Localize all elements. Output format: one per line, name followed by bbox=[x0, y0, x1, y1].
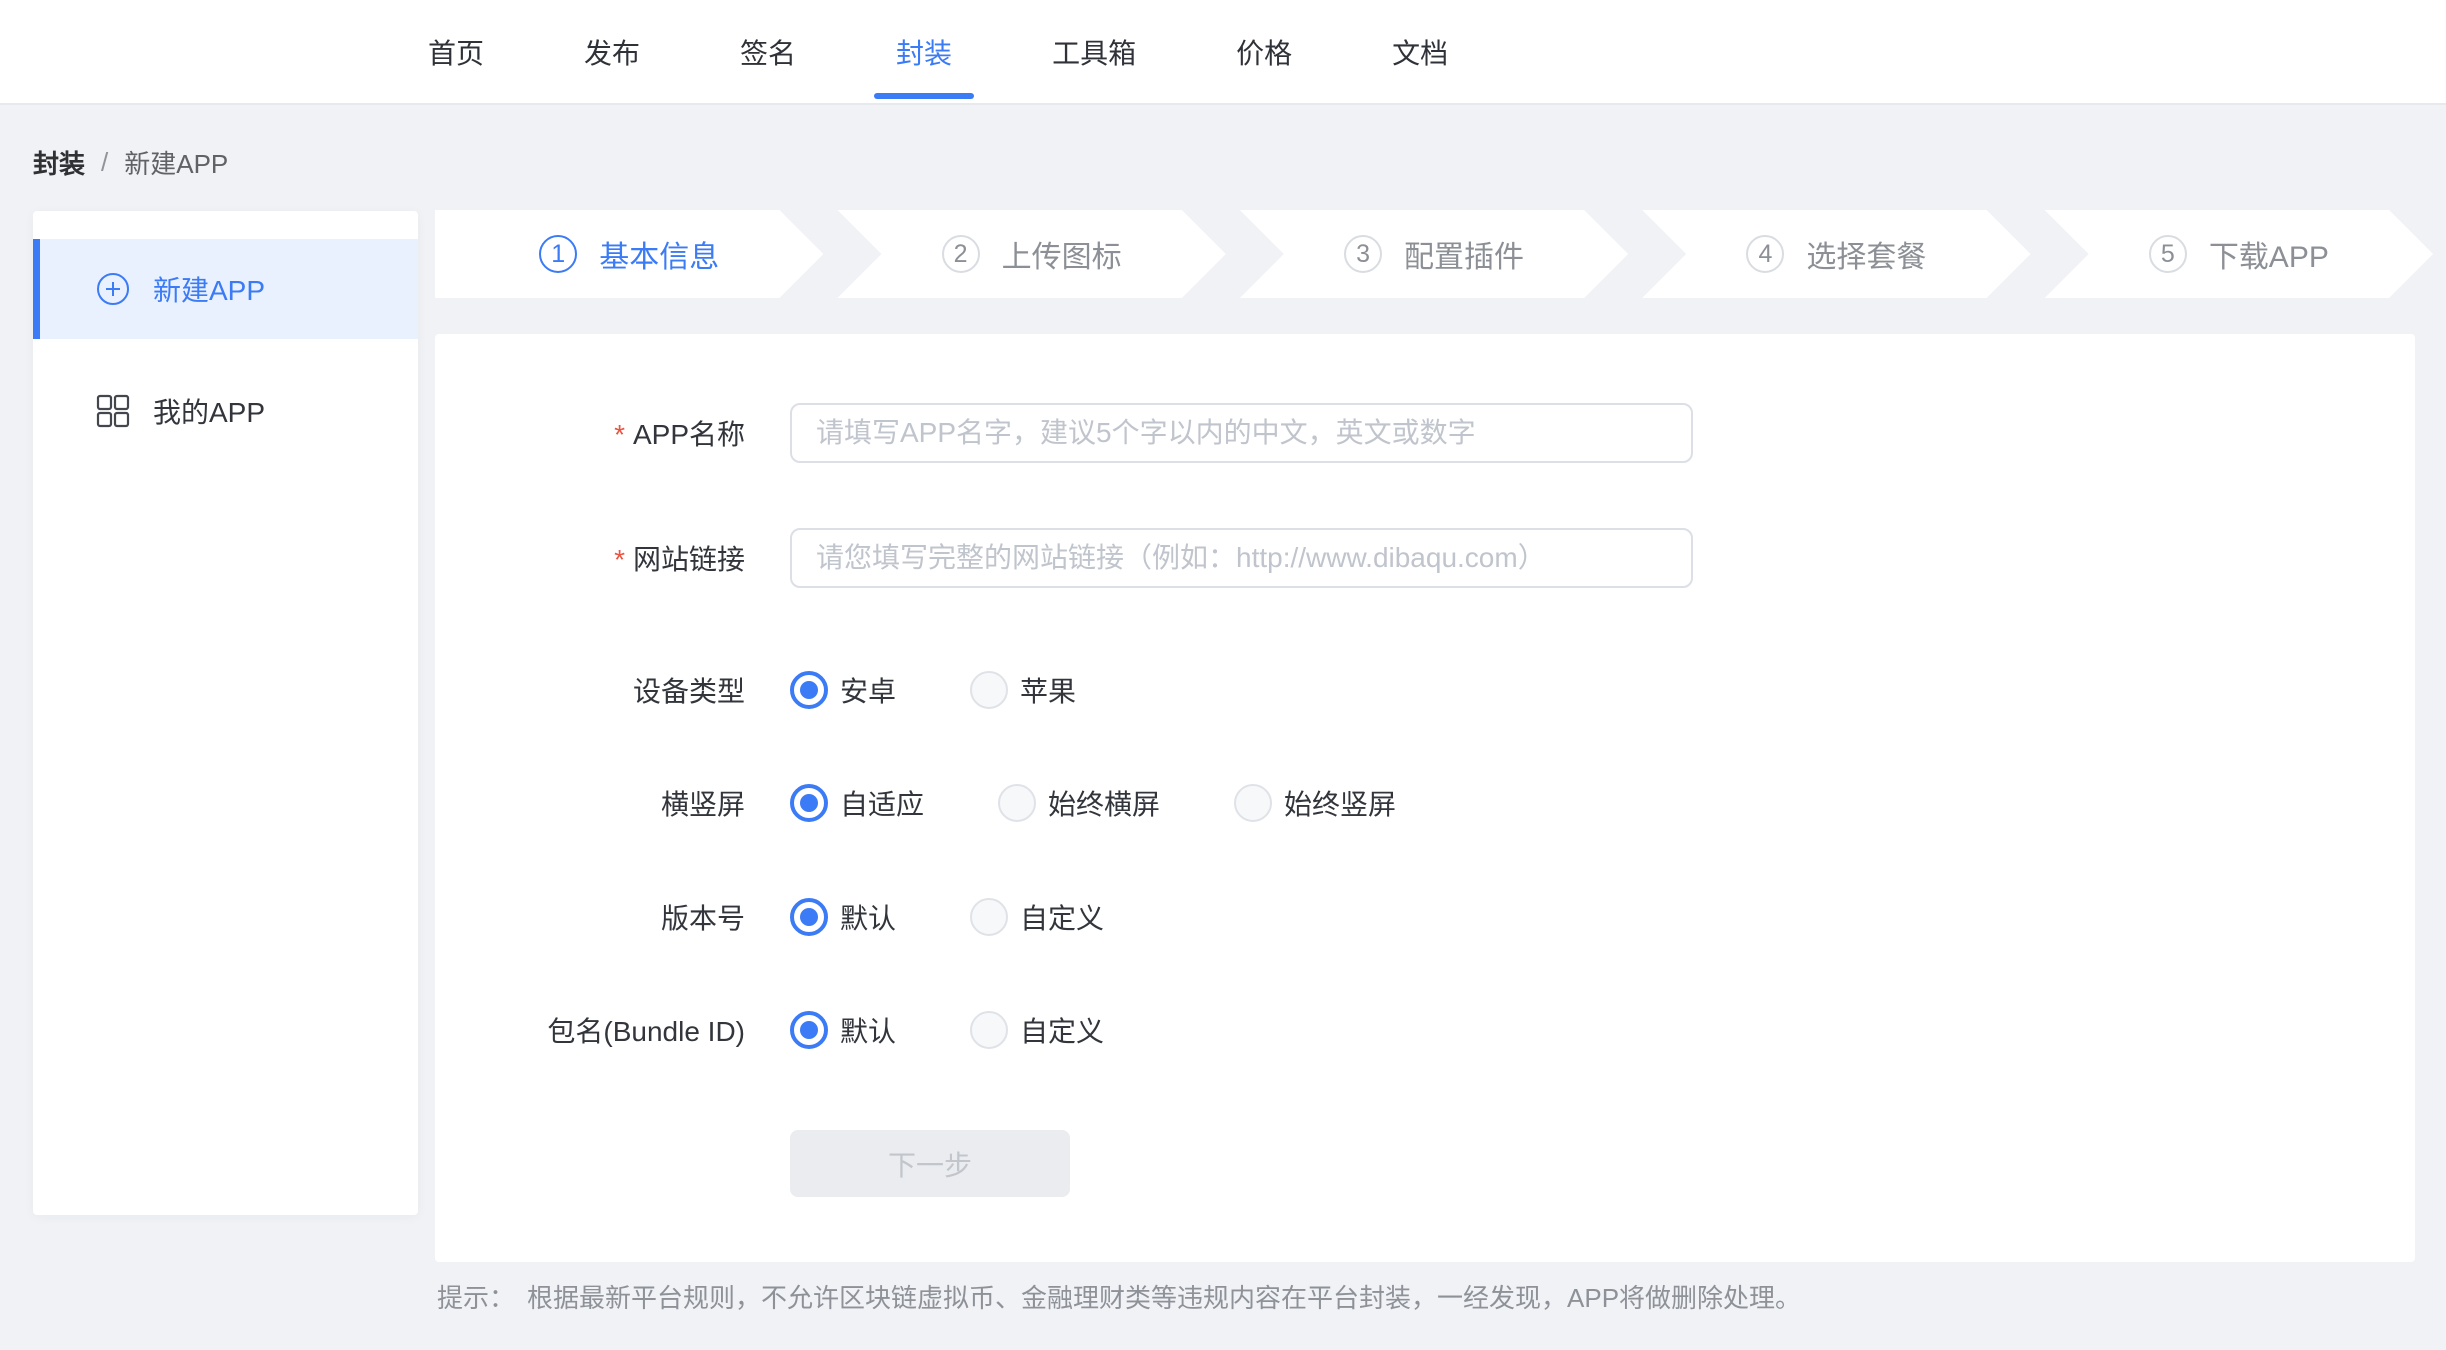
sidebar-item-new-app[interactable]: 新建APP bbox=[33, 239, 418, 339]
bundle-id-row: 包名(Bundle ID) 默认 自定义 bbox=[435, 1010, 2415, 1050]
tip-prefix: 提示： bbox=[437, 1283, 515, 1313]
radio-version-default[interactable]: 默认 bbox=[790, 897, 896, 937]
version-row: 版本号 默认 自定义 bbox=[435, 897, 2415, 937]
device-type-label: 设备类型 bbox=[435, 670, 745, 710]
app-name-row: *APP名称 bbox=[435, 403, 2415, 463]
step-number: 2 bbox=[942, 235, 980, 273]
basic-info-form: *APP名称 *网站链接 设备类型 安卓 苹果 横竖屏 bbox=[435, 334, 2415, 1262]
radio-unselected-icon bbox=[998, 784, 1036, 822]
site-url-row: *网站链接 bbox=[435, 528, 2415, 588]
radio-orientation-portrait[interactable]: 始终竖屏 bbox=[1234, 783, 1396, 823]
radio-unselected-icon bbox=[970, 1011, 1008, 1049]
site-url-input[interactable] bbox=[790, 528, 1693, 588]
step-5-download-app: 5 下载APP bbox=[2045, 210, 2433, 298]
radio-version-custom[interactable]: 自定义 bbox=[970, 897, 1104, 937]
required-asterisk: * bbox=[614, 544, 625, 575]
sidebar-item-my-app[interactable]: 我的APP bbox=[33, 361, 418, 461]
nav-toolbox[interactable]: 工具箱 bbox=[1052, 0, 1136, 103]
radio-selected-icon bbox=[790, 784, 828, 822]
radio-unselected-icon bbox=[1234, 784, 1272, 822]
breadcrumb-current: 新建APP bbox=[124, 144, 228, 181]
breadcrumb-section[interactable]: 封装 bbox=[33, 144, 85, 181]
step-number: 3 bbox=[1344, 235, 1382, 273]
nav-pricing[interactable]: 价格 bbox=[1236, 0, 1292, 103]
radio-orientation-auto[interactable]: 自适应 bbox=[790, 783, 924, 823]
app-name-input[interactable] bbox=[790, 403, 1693, 463]
version-label: 版本号 bbox=[435, 897, 745, 937]
step-2-upload-icon: 2 上传图标 bbox=[837, 210, 1225, 298]
radio-unselected-icon bbox=[970, 898, 1008, 936]
nav-docs[interactable]: 文档 bbox=[1392, 0, 1448, 103]
device-type-row: 设备类型 安卓 苹果 bbox=[435, 670, 2415, 710]
site-url-label: *网站链接 bbox=[435, 538, 745, 578]
radio-selected-icon bbox=[790, 898, 828, 936]
step-number: 4 bbox=[1746, 235, 1784, 273]
step-number: 5 bbox=[2149, 235, 2187, 273]
step-label: 选择套餐 bbox=[1806, 232, 1926, 276]
nav-publish[interactable]: 发布 bbox=[584, 0, 640, 103]
step-label: 基本信息 bbox=[599, 232, 719, 276]
plus-circle-icon bbox=[95, 271, 131, 307]
step-3-configure-plugins: 3 配置插件 bbox=[1240, 210, 1628, 298]
platform-rule-tip: 提示： 根据最新平台规则，不允许区块链虚拟币、金融理财类等违规内容在平台封装，一经… bbox=[437, 1278, 1801, 1315]
grid-icon bbox=[95, 393, 131, 429]
orientation-label: 横竖屏 bbox=[435, 783, 745, 823]
radio-android[interactable]: 安卓 bbox=[790, 670, 896, 710]
nav-package[interactable]: 封装 bbox=[896, 0, 952, 103]
required-asterisk: * bbox=[614, 419, 625, 450]
step-label: 上传图标 bbox=[1002, 232, 1122, 276]
step-label: 配置插件 bbox=[1404, 232, 1524, 276]
next-step-button[interactable]: 下一步 bbox=[790, 1130, 1070, 1197]
step-number: 1 bbox=[539, 235, 577, 273]
orientation-row: 横竖屏 自适应 始终横屏 始终竖屏 bbox=[435, 783, 2415, 823]
step-1-basic-info: 1 基本信息 bbox=[435, 210, 823, 298]
tip-text: 根据最新平台规则，不允许区块链虚拟币、金融理财类等违规内容在平台封装，一经发现，… bbox=[527, 1283, 1801, 1313]
sidebar-item-label: 我的APP bbox=[153, 391, 265, 431]
step-label: 下载APP bbox=[2209, 232, 2329, 276]
bundle-id-label: 包名(Bundle ID) bbox=[435, 1010, 745, 1050]
sidebar: 新建APP 我的APP bbox=[33, 211, 418, 1215]
radio-selected-icon bbox=[790, 1011, 828, 1049]
radio-selected-icon bbox=[790, 671, 828, 709]
radio-orientation-landscape[interactable]: 始终横屏 bbox=[998, 783, 1160, 823]
radio-bundle-default[interactable]: 默认 bbox=[790, 1010, 896, 1050]
radio-bundle-custom[interactable]: 自定义 bbox=[970, 1010, 1104, 1050]
breadcrumb-separator: / bbox=[101, 147, 108, 178]
breadcrumb: 封装 / 新建APP bbox=[33, 144, 228, 181]
nav-home[interactable]: 首页 bbox=[428, 0, 484, 103]
step-wizard: 1 基本信息 2 上传图标 3 配置插件 4 选择套餐 5 下载APP bbox=[435, 210, 2433, 298]
nav-sign[interactable]: 签名 bbox=[740, 0, 796, 103]
top-nav: 首页 发布 签名 封装 工具箱 价格 文档 bbox=[0, 0, 2446, 105]
app-name-label: *APP名称 bbox=[435, 413, 745, 453]
radio-ios[interactable]: 苹果 bbox=[970, 670, 1076, 710]
step-4-choose-plan: 4 选择套餐 bbox=[1642, 210, 2030, 298]
sidebar-item-label: 新建APP bbox=[153, 269, 265, 309]
radio-unselected-icon bbox=[970, 671, 1008, 709]
